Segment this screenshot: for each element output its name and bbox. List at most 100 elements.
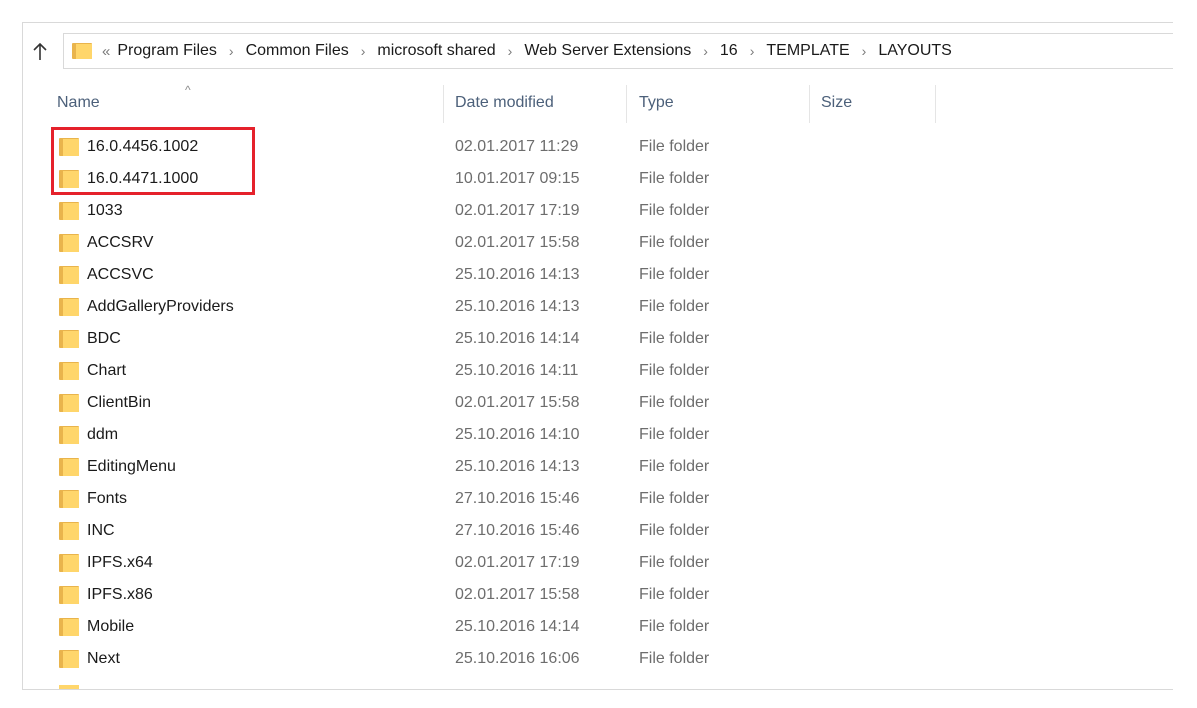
folder-icon xyxy=(59,522,79,540)
file-row[interactable]: ACCSVC 25.10.2016 14:13 File folder xyxy=(23,259,1173,291)
file-name: Mobile xyxy=(87,618,135,635)
file-type: File folder xyxy=(639,234,710,251)
sort-ascending-icon: ^ xyxy=(185,83,191,97)
file-name: ddm xyxy=(87,426,119,443)
folder-icon xyxy=(59,426,79,444)
file-type: File folder xyxy=(639,362,710,379)
file-explorer: « Program Files › Common Files › microsoft s… xyxy=(22,22,1173,690)
file-row[interactable]: ACCSRV 02.01.2017 15:58 File folder xyxy=(23,227,1173,259)
folder-icon xyxy=(59,330,79,348)
file-row[interactable]: ddm 25.10.2016 14:10 File folder xyxy=(23,419,1173,451)
file-row[interactable]: IPFS.x86 02.01.2017 15:58 File folder xyxy=(23,579,1173,611)
file-date-modified: 02.01.2017 11:29 xyxy=(455,138,579,155)
file-type: File folder xyxy=(639,522,710,539)
breadcrumb-item[interactable]: Program Files xyxy=(115,42,219,60)
breadcrumb-item[interactable]: microsoft shared xyxy=(375,42,497,60)
folder-icon xyxy=(59,458,79,476)
folder-icon xyxy=(59,650,79,668)
file-type: File folder xyxy=(639,586,710,603)
breadcrumb-item[interactable]: 16 xyxy=(718,42,740,60)
file-row[interactable]: Chart 25.10.2016 14:11 File folder xyxy=(23,355,1173,387)
breadcrumb-separator-icon[interactable]: › xyxy=(219,43,244,59)
file-date-modified: 10.01.2017 09:15 xyxy=(455,170,580,187)
up-button[interactable] xyxy=(29,41,51,63)
file-row[interactable]: 1033 02.01.2017 17:19 File folder xyxy=(23,195,1173,227)
file-name: AddGalleryProviders xyxy=(87,298,234,315)
file-row[interactable]: IPFS.x64 02.01.2017 17:19 File folder xyxy=(23,547,1173,579)
file-row[interactable]: Mobile 25.10.2016 14:14 File folder xyxy=(23,611,1173,643)
file-date-modified: 25.10.2016 14:13 xyxy=(455,458,580,475)
folder-icon xyxy=(59,234,79,252)
column-header-type[interactable]: Type xyxy=(639,83,674,123)
folder-icon xyxy=(59,394,79,412)
column-divider[interactable] xyxy=(443,85,444,123)
file-date-modified: 02.01.2017 17:19 xyxy=(455,202,580,219)
breadcrumb-item[interactable]: TEMPLATE xyxy=(764,42,851,60)
file-name: Chart xyxy=(87,362,127,379)
file-date-modified: 02.01.2017 15:58 xyxy=(455,234,580,251)
file-type: File folder xyxy=(639,330,710,347)
column-divider[interactable] xyxy=(935,85,936,123)
folder-icon xyxy=(59,490,79,508)
file-row[interactable]: Fonts 27.10.2016 15:46 File folder xyxy=(23,483,1173,515)
breadcrumb-item[interactable]: Common Files xyxy=(244,42,351,60)
column-header-date-modified[interactable]: Date modified xyxy=(455,83,554,123)
file-date-modified: 27.10.2016 15:46 xyxy=(455,522,580,539)
file-row[interactable]: EditingMenu 25.10.2016 14:13 File folder xyxy=(23,451,1173,483)
file-type: File folder xyxy=(639,618,710,635)
breadcrumb-separator-icon[interactable]: › xyxy=(351,43,376,59)
file-name: 1033 xyxy=(87,202,123,219)
column-header-name[interactable]: Name xyxy=(57,83,100,123)
folder-icon xyxy=(59,202,79,220)
breadcrumb-separator-icon[interactable]: › xyxy=(740,43,765,59)
file-row[interactable]: Next 25.10.2016 16:06 File folder xyxy=(23,643,1173,675)
file-name: 16.0.4456.1002 xyxy=(87,138,199,155)
folder-icon xyxy=(59,266,79,284)
breadcrumb-separator-icon[interactable]: › xyxy=(498,43,523,59)
folder-icon xyxy=(59,685,79,689)
file-row[interactable]: BDC 25.10.2016 14:14 File folder xyxy=(23,323,1173,355)
folder-icon xyxy=(59,618,79,636)
file-row[interactable]: ClientBin 02.01.2017 15:58 File folder xyxy=(23,387,1173,419)
breadcrumb-item[interactable]: LAYOUTS xyxy=(876,42,954,60)
breadcrumb-separator-icon[interactable]: › xyxy=(693,43,718,59)
file-name: INC xyxy=(87,522,115,539)
file-date-modified: 25.10.2016 16:06 xyxy=(455,650,580,667)
breadcrumb-item[interactable]: Web Server Extensions xyxy=(522,42,693,60)
file-name: IPFS.x64 xyxy=(87,554,153,571)
file-row[interactable]: INC 27.10.2016 15:46 File folder xyxy=(23,515,1173,547)
file-row[interactable]: 16.0.4471.1000 10.01.2017 09:15 File folde… xyxy=(23,163,1173,195)
file-row[interactable]: AddGalleryProviders 25.10.2016 14:13 File … xyxy=(23,291,1173,323)
file-date-modified: 02.01.2017 15:58 xyxy=(455,586,580,603)
file-type: File folder xyxy=(639,298,710,315)
file-type: File folder xyxy=(639,426,710,443)
folder-icon xyxy=(59,298,79,316)
file-date-modified: 02.01.2017 15:58 xyxy=(455,394,580,411)
folder-icon xyxy=(59,586,79,604)
file-type: File folder xyxy=(639,554,710,571)
folder-icon xyxy=(59,170,79,188)
column-divider[interactable] xyxy=(809,85,810,123)
file-date-modified: 02.01.2017 17:19 xyxy=(455,554,580,571)
column-header-size[interactable]: Size xyxy=(821,83,852,123)
navigation-bar: « Program Files › Common Files › microsoft s… xyxy=(23,23,1173,75)
file-type: File folder xyxy=(639,170,710,187)
file-type: File folder xyxy=(639,266,710,283)
file-date-modified: 25.10.2016 14:14 xyxy=(455,618,580,635)
folder-icon xyxy=(59,554,79,572)
column-divider[interactable] xyxy=(626,85,627,123)
breadcrumb-overflow-button[interactable]: « xyxy=(102,43,110,60)
file-type: File folder xyxy=(639,138,710,155)
up-arrow-icon xyxy=(33,43,47,60)
file-name: ACCSRV xyxy=(87,234,154,251)
file-type: File folder xyxy=(639,458,710,475)
file-type: File folder xyxy=(639,202,710,219)
address-bar[interactable]: « Program Files › Common Files › microsoft s… xyxy=(63,33,1173,69)
folder-icon xyxy=(59,362,79,380)
file-date-modified: 25.10.2016 14:14 xyxy=(455,330,580,347)
breadcrumb-separator-icon[interactable]: › xyxy=(852,43,877,59)
file-name: Fonts xyxy=(87,490,128,507)
file-row[interactable]: 16.0.4456.1002 02.01.2017 11:29 File folde… xyxy=(23,131,1173,163)
file-date-modified: 25.10.2016 14:10 xyxy=(455,426,580,443)
breadcrumb: Program Files › Common Files › microsoft sha… xyxy=(115,42,953,60)
